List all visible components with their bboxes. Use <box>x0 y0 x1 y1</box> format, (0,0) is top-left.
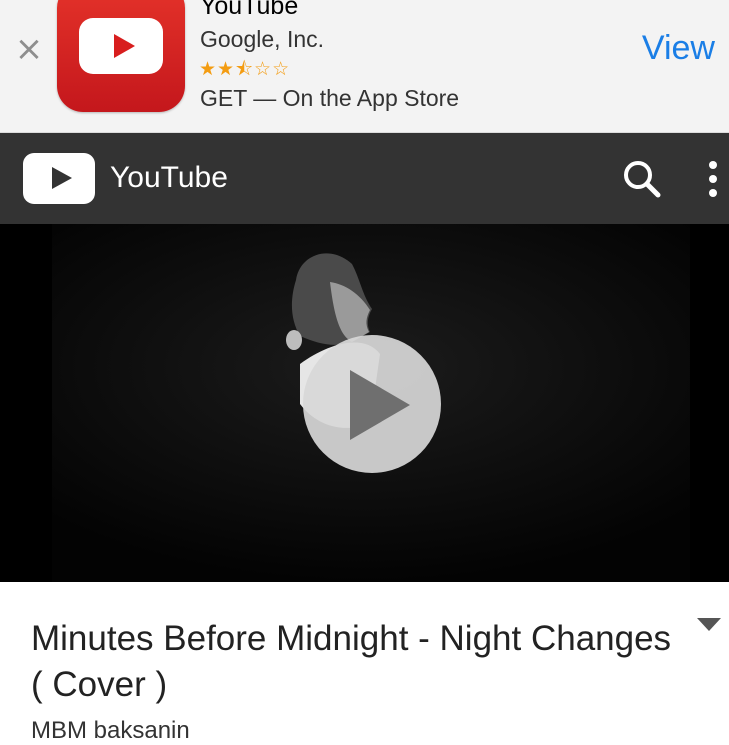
app-name: YouTube <box>200 0 299 20</box>
youtube-header: YouTube <box>0 133 729 224</box>
youtube-logo-icon[interactable] <box>23 153 95 204</box>
app-developer: Google, Inc. <box>200 26 325 52</box>
close-icon[interactable]: × <box>14 32 44 66</box>
play-button[interactable] <box>302 334 442 474</box>
channel-name[interactable]: MBM baksanin <box>31 717 190 745</box>
video-title: Minutes Before Midnight - Night Changes … <box>31 619 672 704</box>
app-store-get-text: GET — On the App Store <box>200 85 460 111</box>
app-rating-stars: ★★⯪☆☆ <box>199 58 291 80</box>
youtube-wordmark[interactable]: YouTube <box>110 161 228 195</box>
search-icon[interactable] <box>620 157 664 201</box>
video-player[interactable] <box>0 224 729 582</box>
smart-app-banner: × YouTube Google, Inc. ★★⯪☆☆ GET — On th… <box>0 0 729 133</box>
view-button[interactable]: View <box>642 29 715 68</box>
chevron-down-icon[interactable] <box>697 618 721 631</box>
youtube-app-icon[interactable] <box>57 0 185 112</box>
more-vert-icon[interactable] <box>700 159 728 199</box>
